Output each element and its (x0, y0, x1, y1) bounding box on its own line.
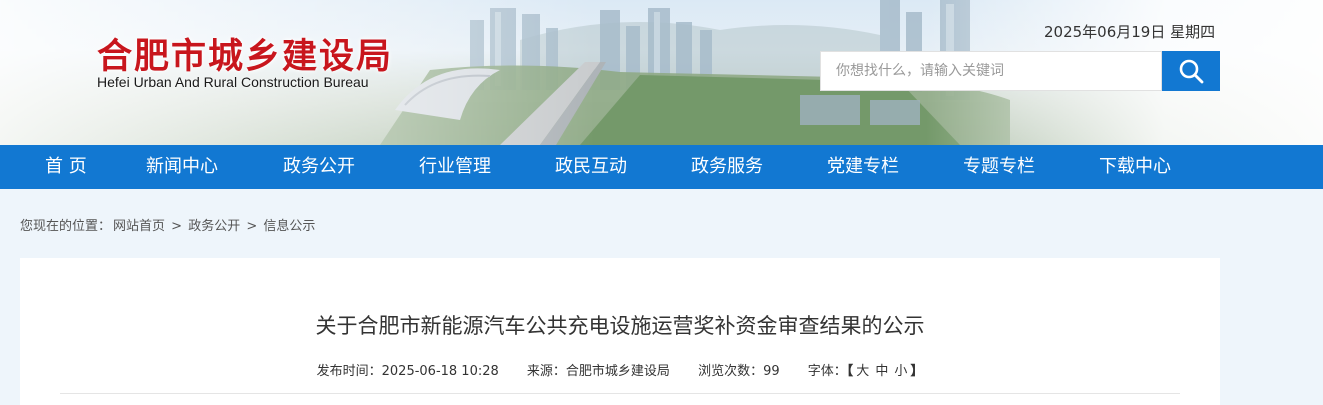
nav-item-downloads[interactable]: 下载中心 (1099, 145, 1171, 189)
meta-divider (60, 393, 1180, 394)
nav-item-topics[interactable]: 专题专栏 (963, 145, 1035, 189)
search-button[interactable] (1162, 51, 1220, 91)
font-bracket-close: 】 (910, 364, 924, 379)
search-icon (1179, 59, 1204, 84)
font-size-large[interactable]: 大 (856, 364, 869, 379)
breadcrumb-separator: > (246, 219, 258, 234)
breadcrumb-link-home[interactable]: 网站首页 (113, 219, 165, 234)
nav-item-news[interactable]: 新闻中心 (146, 145, 218, 189)
breadcrumb-prefix: 您现在的位置： (20, 219, 112, 234)
nav-item-services[interactable]: 政务服务 (691, 145, 763, 189)
nav-item-gov-affairs[interactable]: 政务公开 (283, 145, 355, 189)
search-input[interactable] (821, 52, 1161, 90)
font-size-medium[interactable]: 中 (875, 364, 888, 379)
font-bracket-open: 【 (846, 364, 854, 379)
font-size-control: 字体：【大中小】 (808, 360, 924, 379)
nav-item-interaction[interactable]: 政民互动 (555, 145, 627, 189)
breadcrumb: 您现在的位置： 网站首页 > 政务公开 > 信息公示 (20, 215, 317, 234)
article-meta: 发布时间：2025-06-18 10:28 来源：合肥市城乡建设局 浏览次数：9… (0, 360, 1240, 379)
nav-item-industry[interactable]: 行业管理 (419, 145, 491, 189)
breadcrumb-link-info[interactable]: 信息公示 (263, 219, 315, 234)
breadcrumb-link-gov-affairs[interactable]: 政务公开 (188, 219, 240, 234)
article-title: 关于合肥市新能源汽车公共充电设施运营奖补资金审查结果的公示 (315, 314, 925, 338)
font-size-small[interactable]: 小 (894, 364, 907, 379)
header-banner: 合肥市城乡建设局 Hefei Urban And Rural Construct… (0, 0, 1323, 145)
font-size-label: 字体： (807, 364, 847, 379)
view-count: 浏览次数：99 (698, 364, 780, 379)
nav-item-home[interactable]: 首 页 (45, 145, 87, 189)
current-date: 2025年06月19日 星期四 (1044, 23, 1216, 41)
publish-time: 发布时间：2025-06-18 10:28 (316, 364, 499, 379)
site-logo-subtitle: Hefei Urban And Rural Construction Burea… (97, 74, 369, 90)
breadcrumb-separator: > (171, 219, 183, 234)
article-source: 来源：合肥市城乡建设局 (526, 364, 670, 379)
nav-item-party[interactable]: 党建专栏 (827, 145, 899, 189)
site-logo-title[interactable]: 合肥市城乡建设局 (97, 28, 393, 79)
main-nav: 首 页 新闻中心 政务公开 行业管理 政民互动 政务服务 党建专栏 专题专栏 下… (0, 145, 1323, 189)
search-field-wrapper (820, 51, 1162, 91)
